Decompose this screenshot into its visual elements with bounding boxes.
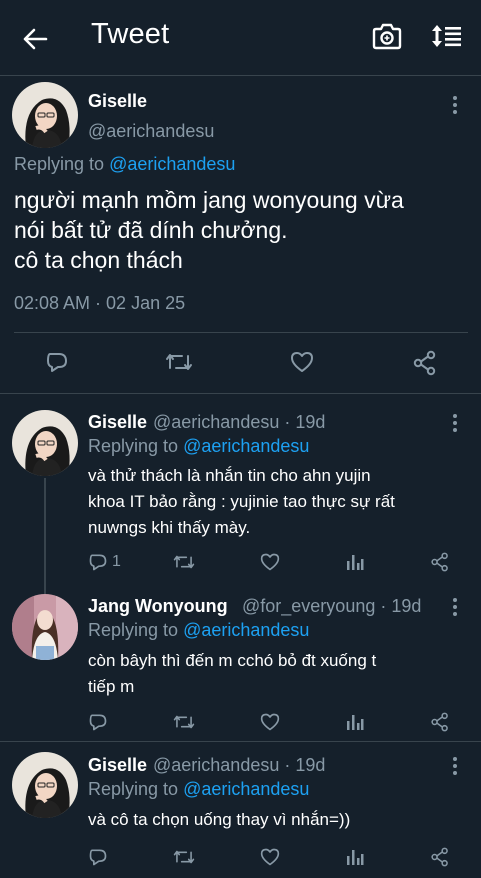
author-name[interactable]: Giselle xyxy=(88,91,147,112)
tweet-text: và thử thách là nhắn tin cho ahn yujin k… xyxy=(88,463,478,541)
author-name[interactable]: Jang Wonyoung xyxy=(88,596,228,617)
avatar[interactable] xyxy=(12,752,78,818)
tweet-text: còn bâyh thì đến m cchó bỏ đt xuống t ti… xyxy=(88,648,478,700)
tweet-text: người mạnh mồm jang wonyoung vừa nói bất… xyxy=(14,185,474,275)
top-bar: Tweet xyxy=(0,0,481,75)
reply-button[interactable]: 1 xyxy=(88,552,121,572)
divider xyxy=(0,393,481,394)
thread-line xyxy=(44,478,46,594)
replying-to: Replying to @aerichandesu xyxy=(88,436,309,457)
reply-button[interactable] xyxy=(88,712,112,732)
more-options-icon[interactable] xyxy=(451,757,459,778)
author-handle[interactable]: @for_everyoung · 19d xyxy=(242,596,421,617)
replying-to: Replying to @aerichandesu xyxy=(88,779,309,800)
retweet-icon xyxy=(173,715,195,729)
retweet-button[interactable] xyxy=(173,552,195,572)
reply-icon xyxy=(89,714,107,731)
retweet-button[interactable] xyxy=(165,350,193,374)
author-handle[interactable]: @aerichandesu xyxy=(88,121,214,142)
reply-icon xyxy=(47,353,67,372)
author-handle[interactable]: @aerichandesu · 19d xyxy=(153,755,325,776)
heart-icon xyxy=(291,352,313,372)
reply-icon xyxy=(89,849,107,866)
header-divider xyxy=(0,75,481,76)
heart-icon xyxy=(260,848,280,866)
avatar[interactable] xyxy=(12,82,78,148)
replying-to: Replying to @aerichandesu xyxy=(88,620,309,641)
tweet-text-line: còn bâyh thì đến m cchó bỏ đt xuống t xyxy=(88,651,377,670)
tweet-text-line: người mạnh mồm jang wonyoung vừa xyxy=(14,187,404,213)
share-icon xyxy=(413,350,436,376)
like-button[interactable] xyxy=(259,712,281,732)
tweet-text-line: khoa IT bảo rằng : yujinie tao thực sự r… xyxy=(88,492,395,511)
replying-to: Replying to @aerichandesu xyxy=(14,154,235,175)
author-name[interactable]: Giselle xyxy=(88,412,147,433)
sort-icon[interactable] xyxy=(430,22,470,54)
share-icon xyxy=(431,847,448,867)
share-button[interactable] xyxy=(430,712,450,732)
replying-label: Replying to xyxy=(88,436,184,456)
retweet-button[interactable] xyxy=(173,847,195,867)
tweet-text-line: nuwngs khi thấy mày. xyxy=(88,518,251,537)
analytics-icon xyxy=(347,850,364,865)
author-name[interactable]: Giselle xyxy=(88,755,147,776)
replying-label: Replying to xyxy=(14,154,110,174)
page-title: Tweet xyxy=(91,18,170,50)
retweet-icon xyxy=(173,850,195,864)
tweet-text-line: nói bất tử đã dính chưởng. xyxy=(14,217,288,243)
reply-count: 1 xyxy=(112,553,121,570)
retweet-icon xyxy=(173,555,195,569)
like-button[interactable] xyxy=(259,552,281,572)
avatar[interactable] xyxy=(12,594,78,660)
author-handle[interactable]: @aerichandesu · 19d xyxy=(153,412,325,433)
reply-button[interactable] xyxy=(45,350,69,374)
camera-icon[interactable] xyxy=(372,22,408,54)
more-options-icon[interactable] xyxy=(451,96,459,117)
divider xyxy=(14,332,468,333)
mention-link[interactable]: @aerichandesu xyxy=(183,436,309,456)
share-icon xyxy=(431,712,448,732)
replying-label: Replying to xyxy=(88,779,184,799)
analytics-icon xyxy=(347,555,364,570)
analytics-icon xyxy=(347,715,364,730)
mention-link[interactable]: @aerichandesu xyxy=(109,154,235,174)
tweet-text-line: và thử thách là nhắn tin cho ahn yujin xyxy=(88,466,371,485)
share-button[interactable] xyxy=(430,847,450,867)
arrow-left-icon[interactable] xyxy=(18,22,52,56)
more-options-icon[interactable] xyxy=(451,414,459,435)
analytics-button[interactable] xyxy=(345,847,365,867)
share-button[interactable] xyxy=(430,552,450,572)
avatar[interactable] xyxy=(12,410,78,476)
tweet-text-line: và cô ta chọn uống thay vì nhắn=)) xyxy=(88,810,351,829)
heart-icon xyxy=(260,713,280,731)
share-icon xyxy=(431,552,448,572)
analytics-button[interactable] xyxy=(345,552,365,572)
tweet-text: và cô ta chọn uống thay vì nhắn=)) xyxy=(88,807,478,833)
tweet-text-line: tiếp m xyxy=(88,677,135,696)
share-button[interactable] xyxy=(412,350,438,376)
like-button[interactable] xyxy=(289,350,315,374)
more-options-icon[interactable] xyxy=(451,598,459,619)
mention-link[interactable]: @aerichandesu xyxy=(183,620,309,640)
reply-button[interactable] xyxy=(88,847,112,867)
tweet-timestamp: 02:08 AM · 02 Jan 25 xyxy=(14,293,186,313)
retweet-button[interactable] xyxy=(173,712,195,732)
analytics-button[interactable] xyxy=(345,712,365,732)
replying-label: Replying to xyxy=(88,620,184,640)
reply-icon xyxy=(89,554,107,571)
tweet-text-line: cô ta chọn thách xyxy=(14,247,183,273)
mention-link[interactable]: @aerichandesu xyxy=(183,779,309,799)
retweet-icon xyxy=(166,354,192,370)
like-button[interactable] xyxy=(259,847,281,867)
divider xyxy=(0,741,481,742)
heart-icon xyxy=(260,553,280,571)
